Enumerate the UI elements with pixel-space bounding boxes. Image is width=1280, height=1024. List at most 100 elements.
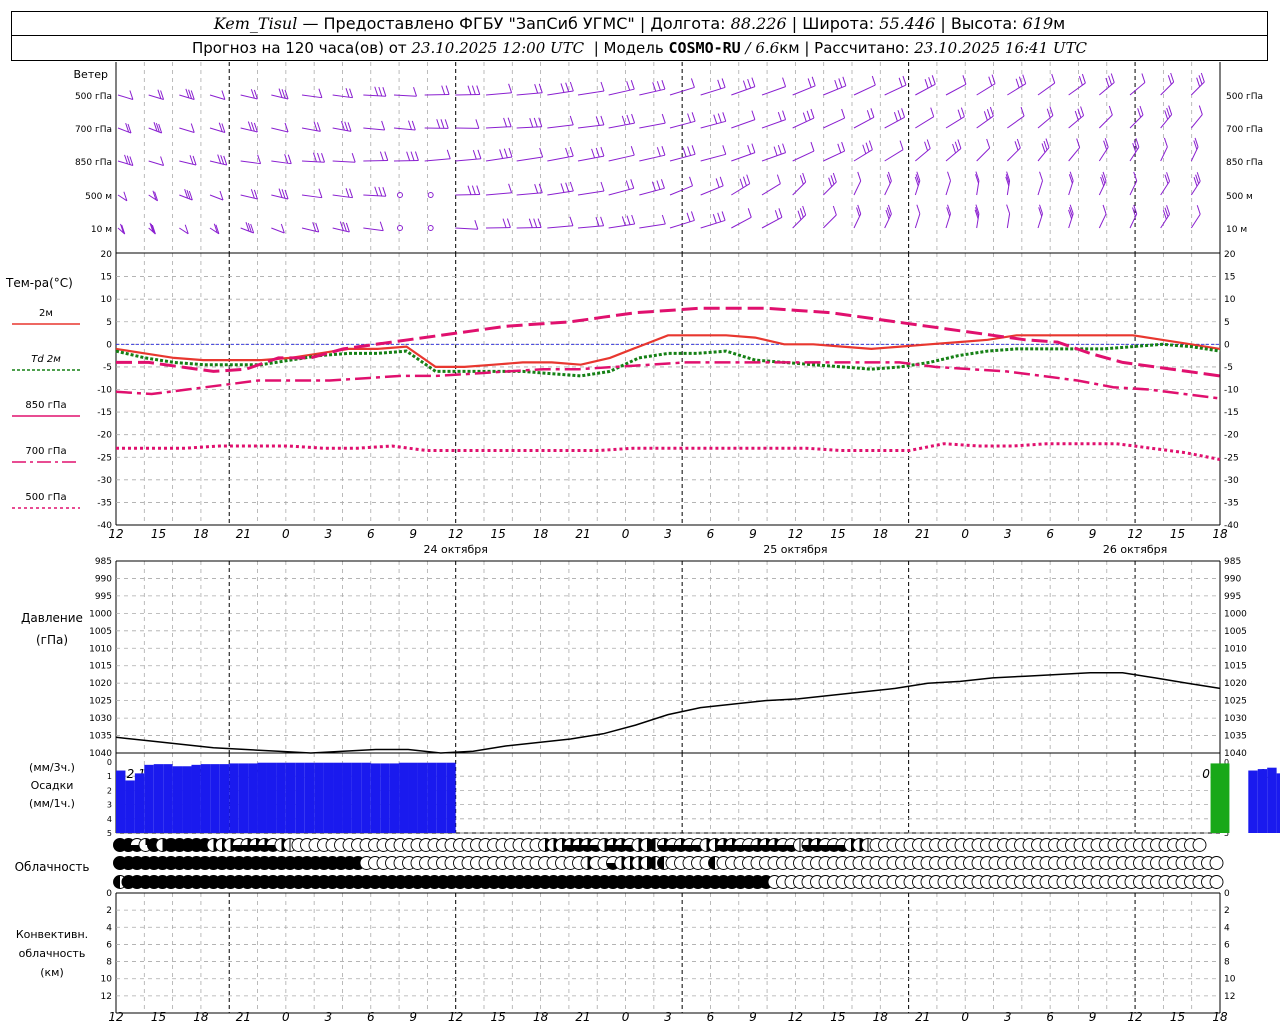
hour-label-mid: 3 — [664, 527, 672, 541]
hour-label-bottom: 21 — [236, 1010, 251, 1024]
wind-barb-feather — [721, 211, 726, 221]
pres-tick-left: 1025 — [89, 697, 112, 707]
pres-tick-left: 1005 — [89, 627, 112, 637]
pres-tick-right: 1035 — [1224, 732, 1247, 742]
wind-barb-feather — [414, 151, 419, 161]
wind-barb-feather — [722, 145, 727, 155]
wind-barb-feather — [379, 151, 384, 161]
hour-label-mid: 6 — [1046, 527, 1054, 541]
wind-barb-feather — [661, 214, 666, 225]
conv-tick-left: 10 — [101, 975, 113, 985]
wind-barb-staff — [608, 187, 634, 196]
wind-barb-feather — [865, 142, 870, 152]
pres-unit: (гПа) — [36, 633, 68, 647]
wind-barb-feather — [777, 111, 782, 122]
wind-barb-feather — [569, 216, 574, 226]
wind-barb-feather — [591, 148, 596, 159]
hour-label-bottom: 0 — [622, 1010, 630, 1024]
wind-barb-feather — [713, 114, 718, 124]
wind-barb-feather — [626, 114, 631, 125]
wind-barb-feather — [747, 208, 752, 218]
wind-barb-staff — [332, 194, 353, 199]
temp-tick-right: -25 — [1224, 453, 1239, 463]
hour-label-mid: 15 — [1170, 527, 1185, 541]
wind-barb-feather — [476, 85, 481, 95]
wind-barb-feather — [528, 218, 533, 228]
temp-tick-right: 10 — [1224, 295, 1236, 305]
wind-barb-staff — [700, 185, 724, 196]
wind-barb-staff — [363, 94, 386, 97]
temp-tick-right: -30 — [1224, 476, 1239, 486]
wind-barb-staff — [424, 158, 451, 162]
wind-barb-feather — [1102, 204, 1107, 215]
wind-barb-staff — [700, 86, 726, 96]
wind-barb-staff — [731, 216, 752, 229]
cloud-circle-fill — [113, 875, 120, 889]
wind-level-label-right: 500 м — [1226, 192, 1253, 202]
hour-label-bottom: 9 — [749, 1010, 757, 1024]
wind-barb-staff — [792, 150, 815, 162]
wind-barb-staff — [117, 160, 134, 166]
wind-barb-staff — [1006, 213, 1011, 229]
wind-barb-staff — [669, 185, 693, 196]
wind-barb-feather — [1016, 138, 1021, 149]
precip-tick-left: 4 — [107, 815, 112, 824]
precip-bar — [323, 762, 334, 833]
hour-label-mid: 6 — [707, 527, 715, 541]
wind-barb-feather — [160, 156, 165, 166]
wind-barb-feather — [471, 85, 476, 95]
hour-label-bottom: 15 — [491, 1010, 506, 1024]
wind-barb-feather — [931, 75, 936, 85]
wind-barb-feather — [410, 151, 415, 161]
wind-barb-staff — [179, 127, 195, 133]
pres-tick-right: 985 — [1224, 557, 1241, 567]
wind-barb-feather — [742, 176, 747, 186]
pres-tick-right: 1005 — [1224, 627, 1247, 637]
wind-barb-feather — [560, 83, 565, 93]
wind-barb-staff — [393, 94, 417, 97]
wind-barb-staff — [240, 227, 254, 234]
wind-barb-staff — [976, 115, 994, 129]
wind-barb-feather — [691, 145, 696, 155]
wind-barb-staff — [608, 223, 635, 229]
wind-barb-staff — [700, 120, 726, 129]
hour-label-mid: 0 — [282, 527, 290, 541]
wind-barb-feather — [318, 188, 323, 198]
legend-label: 500 гПа — [25, 492, 66, 503]
hour-label-bottom: 3 — [1004, 1010, 1012, 1024]
legend-label: 700 гПа — [25, 446, 66, 457]
wind-barb-feather — [1164, 110, 1169, 120]
wind-barb-staff — [853, 84, 876, 96]
wind-barb-feather — [474, 220, 479, 230]
wind-barb-feather — [374, 186, 379, 196]
wind-barb-staff — [547, 124, 574, 129]
wind-barb-feather — [774, 210, 779, 220]
wind-barb-feather — [477, 149, 482, 159]
wind-barb-feather — [1108, 105, 1113, 116]
wind-barb-feather — [625, 180, 630, 190]
conv-tick-left: 8 — [106, 958, 112, 968]
temp-tick-left: 10 — [101, 295, 113, 305]
wind-barb-feather — [1196, 77, 1201, 87]
pres-tick-right: 990 — [1224, 574, 1241, 584]
precip-bar — [200, 764, 211, 833]
wind-barb-staff — [761, 86, 786, 96]
wind-barb-staff — [547, 225, 573, 229]
wind-barb-feather — [656, 147, 661, 157]
wind-barb-feather — [621, 216, 626, 226]
wind-barb-staff — [516, 92, 543, 96]
precip-bar — [304, 762, 315, 833]
precip-bar — [295, 762, 305, 833]
pres-tick-left: 1010 — [89, 644, 112, 654]
wind-barb-feather — [344, 121, 349, 131]
wind-barb-feather — [777, 144, 782, 155]
wind-barb-feather — [129, 90, 134, 100]
wind-barb-feather — [776, 174, 781, 184]
wind-barb-feather — [342, 222, 347, 232]
precip-bar — [427, 762, 437, 833]
temp-tick-right: 20 — [1224, 250, 1236, 260]
wind-barb-feather — [712, 214, 717, 224]
wind-barb-staff — [1068, 147, 1081, 162]
temp-tick-right: -20 — [1224, 431, 1239, 441]
wind-barb-feather — [960, 107, 965, 117]
